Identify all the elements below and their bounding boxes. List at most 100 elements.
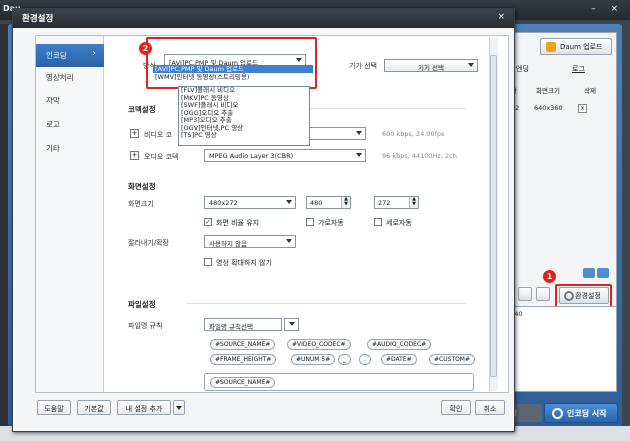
- auto-width-checkbox[interactable]: [306, 218, 314, 226]
- audio-codec-hint: 96 kbps, 44100Hz, 2ch: [382, 152, 457, 160]
- cancel-button[interactable]: 취소: [475, 400, 505, 415]
- width-stepper[interactable]: 480 ▲ ▼: [306, 196, 351, 209]
- token-date[interactable]: #DATE#: [381, 354, 417, 365]
- filename-pattern-field[interactable]: #SOURCE_NAME#: [204, 373, 474, 391]
- chevron-down-icon: [286, 239, 292, 243]
- table-row[interactable]: 32 640x360: [510, 103, 615, 115]
- gear-icon: [564, 291, 574, 301]
- mode-option-avi[interactable]: [AVI]PC,PMP 및 Daum 업로드: [153, 65, 313, 73]
- grid-view-icon[interactable]: [583, 268, 595, 278]
- token-custom[interactable]: #CUSTOM#: [429, 354, 476, 365]
- audio-codec-select[interactable]: MPEG Audio Layer 3(CBR): [204, 149, 366, 162]
- crop-select[interactable]: 사용하지 않음: [204, 235, 296, 248]
- encode-start-button[interactable]: 인코딩 시작: [544, 403, 618, 423]
- encode-start-label: 인코딩 시작: [567, 409, 607, 418]
- tab-ending[interactable]: 엔딩: [516, 64, 529, 74]
- file-section-title: 파일설정: [128, 300, 156, 309]
- stepper-arrows-icon[interactable]: ▲ ▼: [341, 197, 350, 208]
- view-toggle[interactable]: [583, 268, 613, 278]
- no-enlarge-checkbox[interactable]: [204, 258, 212, 266]
- mode-option-wmv[interactable]: [WMV]인터넷 동영상(스트리밍용): [153, 73, 313, 81]
- crop-label: 잘라내기/확장: [128, 239, 169, 247]
- screen-size-select[interactable]: 480x272: [204, 196, 296, 209]
- file-rule-label: 파일명 규칙: [128, 322, 163, 330]
- token-underscore[interactable]: _: [338, 354, 351, 365]
- token-source-name[interactable]: #SOURCE_NAME#: [210, 339, 276, 350]
- delete-row-icon[interactable]: ×: [578, 104, 587, 113]
- mode-option-ts[interactable]: [TS]PC 영상: [179, 131, 309, 140]
- token-unum[interactable]: #UNUM 5#: [291, 354, 336, 365]
- chevron-down-icon: [286, 200, 292, 204]
- chevron-down-icon: [289, 322, 295, 326]
- token-audio-codec[interactable]: #AUDIO_CODEC#: [367, 339, 432, 350]
- no-enlarge-label: 영상 확대하지 않기: [216, 259, 272, 267]
- encode-icon: [552, 408, 563, 419]
- daum-icon: [546, 42, 556, 52]
- daum-upload-button[interactable]: Daum 업로드: [540, 38, 612, 55]
- screen-size-value: 480x272: [209, 199, 238, 207]
- height-value: 272: [378, 199, 391, 207]
- token-source-name-selected[interactable]: #SOURCE_NAME#: [210, 377, 276, 388]
- width-value: 480: [310, 199, 323, 207]
- chevron-down-icon: [468, 63, 474, 67]
- row-size: 640x360: [534, 104, 563, 112]
- screen-section-title: 화면설정: [128, 182, 156, 191]
- device-select[interactable]: 기기 선택: [384, 59, 478, 72]
- scrollbar-thumb[interactable]: [490, 55, 497, 377]
- keep-ratio-checkbox[interactable]: ✓: [204, 218, 212, 226]
- step-badge-1: 1: [543, 270, 556, 283]
- file-rule-value: 파일명 규칙선택: [209, 323, 253, 331]
- nav-item-video-processing[interactable]: 영상처리: [36, 66, 104, 89]
- env-settings-button[interactable]: 환경설정: [559, 287, 609, 304]
- auto-height-label: 세로자동: [386, 219, 412, 227]
- stepper-arrows-icon[interactable]: ▲ ▼: [409, 197, 418, 208]
- screen-size-label: 화면크기: [128, 200, 154, 208]
- height-stepper[interactable]: 272 ▲ ▼: [374, 196, 419, 209]
- add-setting-button[interactable]: 내 설정 추가: [117, 400, 171, 415]
- mode-dropdown-list: [FLV]플래시 비디오 [MKV]PC 동영상 [SWF]플래시 비디오 [O…: [178, 86, 310, 146]
- window-controls[interactable]: – ×: [591, 4, 624, 14]
- chevron-down-icon: [296, 58, 302, 62]
- dialog-titlebar[interactable]: 환경설정 ×: [13, 9, 514, 28]
- chevron-down-icon: [356, 131, 362, 135]
- close-icon[interactable]: ×: [497, 12, 505, 22]
- codec-section-title: 코덱설정: [128, 105, 156, 114]
- add-setting-dropdown[interactable]: [173, 400, 185, 415]
- divider: [186, 303, 466, 304]
- token-dot[interactable]: .: [359, 354, 371, 365]
- nav-item-subtitle[interactable]: 자막: [36, 89, 104, 112]
- token-frame-height[interactable]: #FRAME_HEIGHT#: [210, 354, 277, 365]
- env-settings-label: 환경설정: [575, 292, 601, 300]
- save-icon[interactable]: [536, 287, 550, 301]
- expand-video-icon[interactable]: +: [130, 129, 139, 138]
- list-tabs: 엔딩 로그: [510, 62, 615, 76]
- tab-log[interactable]: 로그: [572, 64, 585, 74]
- file-rule-toggle[interactable]: [284, 318, 299, 331]
- token-video-codec[interactable]: #VIDEO_CODEC#: [287, 339, 351, 350]
- video-codec-hint: 600 kbps, 24.00fps: [382, 130, 445, 138]
- auto-height-checkbox[interactable]: [374, 218, 382, 226]
- ok-button[interactable]: 확인: [441, 400, 471, 415]
- step-badge-2: 2: [139, 42, 152, 55]
- keep-ratio-label: 화면 비율 유지: [216, 219, 260, 227]
- col-delete: 삭제: [584, 87, 596, 95]
- default-button[interactable]: 기본값: [77, 400, 111, 415]
- nav-item-encoding[interactable]: 인코딩: [36, 44, 104, 67]
- dialog-title: 환경설정: [22, 14, 54, 24]
- expand-audio-icon[interactable]: +: [130, 151, 139, 160]
- device-label: 기기 선택: [349, 62, 377, 70]
- chevron-down-icon: [356, 153, 362, 157]
- list-view-icon[interactable]: [597, 268, 609, 278]
- nav-item-etc[interactable]: 기타: [36, 137, 104, 160]
- nav-item-logo[interactable]: 로고: [36, 113, 104, 136]
- col-size: 화면크기: [536, 87, 560, 95]
- settings-nav: 인코딩 영상처리 자막 로고 기타: [36, 36, 104, 392]
- list-header: 간 화면크기 삭제: [510, 84, 615, 96]
- video-codec-label: 비디오 코: [144, 131, 172, 139]
- chevron-down-icon: [176, 406, 182, 410]
- audio-codec-label: 오디오 코덱: [144, 153, 179, 161]
- audio-codec-value: MPEG Audio Layer 3(CBR): [209, 152, 294, 160]
- file-rule-select[interactable]: 파일명 규칙선택: [204, 318, 282, 331]
- folder-icon[interactable]: [518, 287, 532, 301]
- help-button[interactable]: 도움말: [37, 400, 71, 415]
